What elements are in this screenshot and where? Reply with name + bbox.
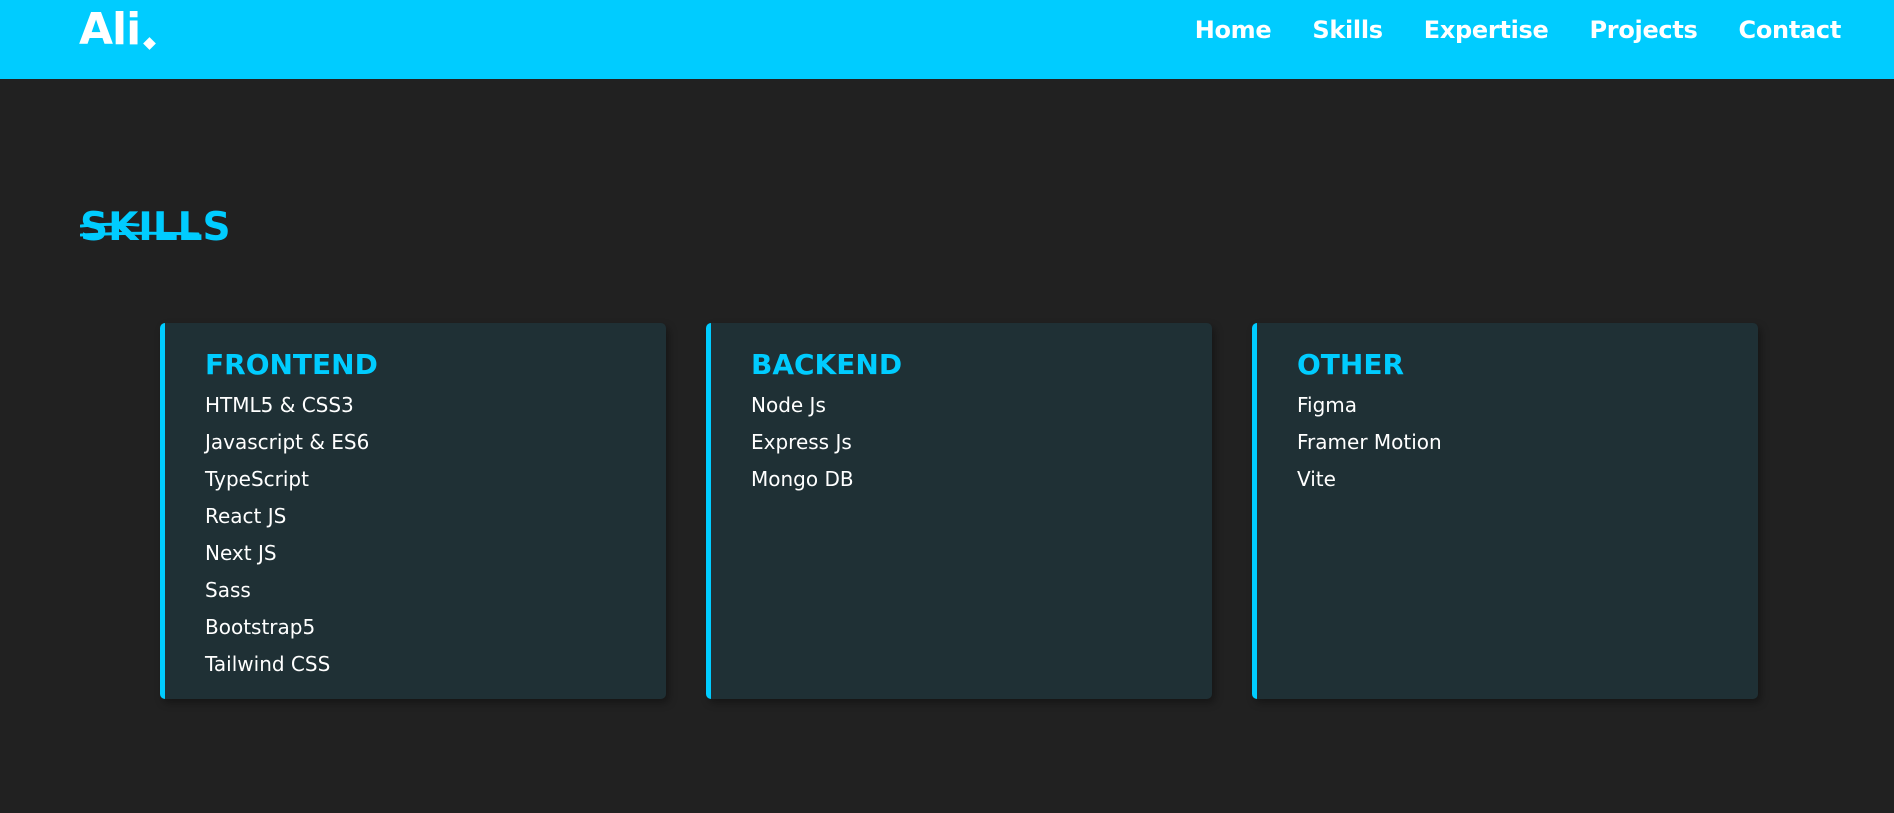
nav-link-expertise[interactable]: Expertise [1424, 16, 1549, 44]
skill-card-backend: BACKEND Node Js Express Js Mongo DB [706, 323, 1212, 699]
section-title-underline [80, 222, 200, 237]
skill-item: Framer Motion [1297, 430, 1442, 454]
skill-list: Node Js Express Js Mongo DB [751, 387, 1212, 498]
logo[interactable]: Ali [79, 4, 157, 56]
skill-list: HTML5 & CSS3 Javascript & ES6 TypeScript… [205, 387, 666, 683]
skill-item: Sass [205, 578, 251, 602]
skill-item: Node Js [751, 393, 826, 417]
nav-link-projects[interactable]: Projects [1590, 16, 1698, 44]
skill-card-other: OTHER Figma Framer Motion Vite [1252, 323, 1758, 699]
skill-item: Figma [1297, 393, 1358, 417]
navbar: Ali Home Skills Expertise Projects Conta… [0, 0, 1894, 79]
skill-list: Figma Framer Motion Vite [1297, 387, 1758, 498]
skill-item: TypeScript [205, 467, 309, 491]
skill-item: Javascript & ES6 [205, 430, 370, 454]
skill-item: Vite [1297, 467, 1336, 491]
skill-item: Express Js [751, 430, 852, 454]
card-title: FRONTEND [205, 348, 378, 381]
nav-link-home[interactable]: Home [1195, 16, 1272, 44]
skill-item: Mongo DB [751, 467, 854, 491]
skill-item: Tailwind CSS [205, 652, 331, 676]
skill-item: React JS [205, 504, 287, 528]
card-title: BACKEND [751, 348, 903, 381]
skills-cards: FRONTEND HTML5 & CSS3 Javascript & ES6 T… [160, 323, 1758, 699]
logo-text: Ali [79, 4, 141, 55]
nav-link-skills[interactable]: Skills [1312, 16, 1383, 44]
logo-dot-icon [143, 37, 157, 50]
skill-item: Next JS [205, 541, 277, 565]
card-title: OTHER [1297, 348, 1405, 381]
nav-link-contact[interactable]: Contact [1739, 16, 1842, 44]
skill-item: HTML5 & CSS3 [205, 393, 354, 417]
skill-card-frontend: FRONTEND HTML5 & CSS3 Javascript & ES6 T… [160, 323, 666, 699]
skill-item: Bootstrap5 [205, 615, 316, 639]
nav-links: Home Skills Expertise Projects Contact [1195, 0, 1842, 60]
